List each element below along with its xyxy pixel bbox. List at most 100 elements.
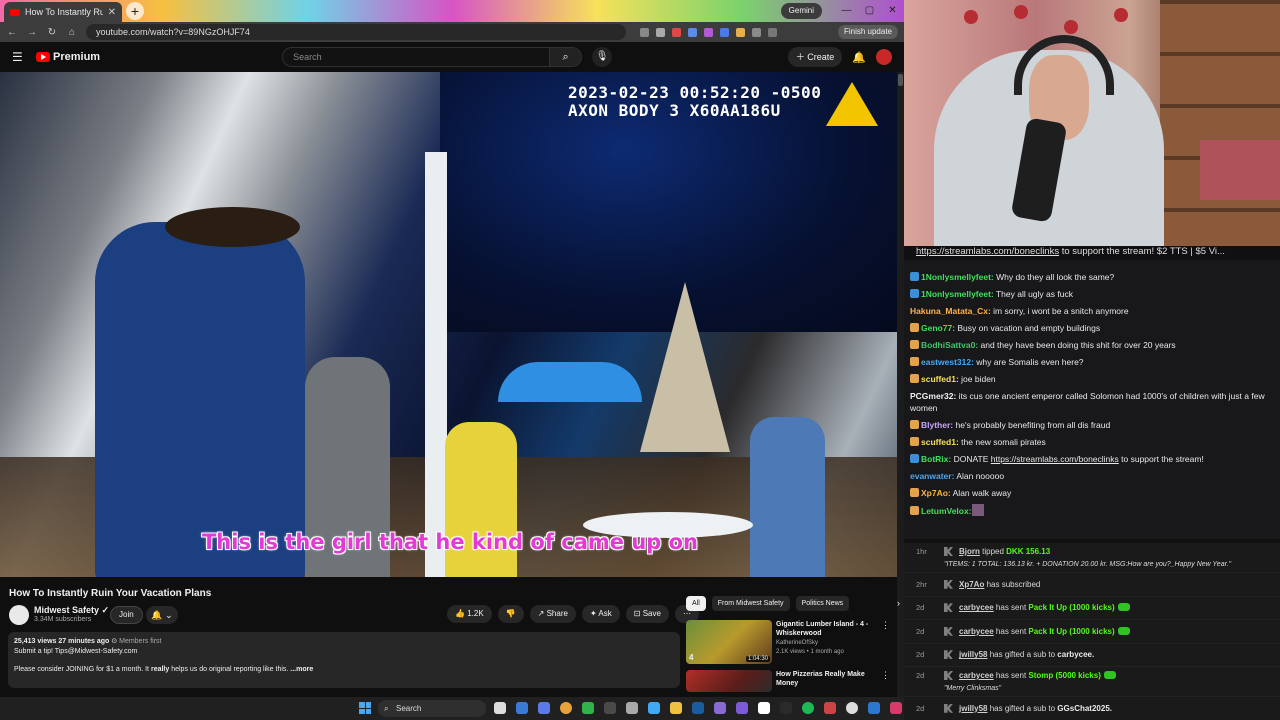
related-video-title[interactable]: How Pizzerias Really Make Money — [776, 670, 886, 688]
home-icon[interactable]: ⌂ — [66, 27, 78, 38]
chat-username[interactable]: Xp7Ao: — [921, 488, 951, 498]
extension-icon[interactable] — [704, 27, 713, 37]
windows-start-icon[interactable] — [359, 702, 371, 714]
share-button[interactable]: ↗ Share — [529, 605, 576, 623]
task-view-icon[interactable] — [494, 702, 506, 714]
folder-icon[interactable] — [670, 702, 682, 714]
app-icon[interactable] — [890, 702, 902, 714]
chat-username[interactable]: eastwest312: — [921, 357, 974, 367]
video-player[interactable] — [0, 72, 900, 577]
channel-name[interactable]: Midwest Safety ✓ — [34, 605, 109, 616]
chat-username[interactable]: 1Nonlysmellyfeet: — [921, 289, 994, 299]
back-icon[interactable]: ← — [6, 27, 18, 38]
edge-icon[interactable] — [538, 702, 550, 714]
app-icon[interactable] — [868, 702, 880, 714]
app-icon[interactable] — [846, 702, 858, 714]
search-icon[interactable]: ⌕ — [550, 47, 583, 67]
related-video-channel[interactable]: KatherineOfSky — [776, 640, 818, 646]
puzzle-icon[interactable] — [752, 27, 761, 37]
close-window-icon[interactable]: ✕ — [881, 0, 904, 22]
url-field[interactable]: youtube.com/watch?v=89NGzOHJF74 — [86, 24, 626, 40]
forward-icon[interactable]: → — [26, 27, 38, 38]
chat-username[interactable]: Geno77: — [921, 323, 955, 333]
chip-politics-news[interactable]: Politics News — [795, 595, 850, 611]
chat-username[interactable]: PCGmer32: — [910, 391, 956, 401]
app-icon[interactable] — [648, 702, 660, 714]
account-avatar[interactable] — [876, 49, 892, 65]
extension-icon[interactable] — [672, 27, 681, 37]
like-button[interactable]: 👍 1.2K — [447, 605, 492, 623]
microphone-icon[interactable]: 🎙 — [592, 47, 613, 67]
browser-tab[interactable]: How To Instantly Ruin Your ✕ — [4, 2, 122, 22]
event-user[interactable]: Xp7Ao — [959, 580, 984, 589]
event-user[interactable]: carbycee — [959, 671, 994, 680]
more-link[interactable]: ...more — [290, 666, 313, 673]
extension-icon[interactable] — [688, 27, 697, 37]
maximize-icon[interactable]: ▢ — [858, 0, 881, 22]
chat-username[interactable]: BodhiSattva0: — [921, 340, 978, 350]
menu-icon[interactable]: ☰ — [12, 50, 26, 64]
create-button[interactable]: ＋ Create — [787, 47, 843, 67]
install-icon[interactable] — [640, 27, 649, 37]
spotify-icon[interactable] — [802, 702, 814, 714]
obs-icon[interactable] — [758, 702, 770, 714]
finish-update-button[interactable]: Finish update — [837, 25, 898, 39]
discord-icon[interactable] — [736, 702, 748, 714]
channel-avatar[interactable] — [9, 605, 29, 625]
new-tab-icon[interactable]: + — [126, 2, 144, 20]
youtube-logo[interactable]: Premium — [36, 51, 100, 63]
event-user[interactable]: Bjorn — [959, 547, 980, 556]
subscription-bell-button[interactable]: 🔔 ⌄ — [146, 606, 178, 624]
chrome-icon[interactable] — [560, 702, 572, 714]
chip-from-channel[interactable]: From Midwest Safety — [711, 595, 790, 611]
more-vert-icon[interactable]: ⋮ — [881, 670, 890, 681]
minimize-icon[interactable]: — — [835, 0, 858, 22]
app-icon[interactable] — [824, 702, 836, 714]
related-video-item[interactable]: How Pizzerias Really Make Money ⋮ — [686, 670, 900, 694]
chat-username[interactable]: 1Nonlysmellyfeet: — [921, 272, 994, 282]
event-user[interactable]: carbycee — [959, 603, 994, 612]
chat-username[interactable]: Hakuna_Matata_Cx: — [910, 306, 991, 316]
close-tab-icon[interactable]: ✕ — [108, 7, 116, 18]
chip-all[interactable]: All — [686, 595, 706, 611]
app-icon[interactable] — [626, 702, 638, 714]
app-icon[interactable] — [516, 702, 528, 714]
chat-link[interactable]: https://streamlabs.com/boneclinks — [991, 454, 1119, 464]
related-video-item[interactable]: 4 1:04:30 Gigantic Lumber Island - 4 - W… — [686, 620, 900, 670]
ask-button[interactable]: ✦ Ask — [581, 605, 620, 623]
description-box[interactable]: 25,413 views 27 minutes ago ⊙ Members fi… — [8, 632, 680, 688]
terminal-icon[interactable] — [604, 702, 616, 714]
taskbar-search[interactable]: ⌕ Search — [378, 700, 486, 717]
app-icon[interactable] — [714, 702, 726, 714]
gemini-button[interactable]: Gemini — [780, 3, 822, 19]
extension-icon[interactable] — [736, 27, 745, 37]
save-button[interactable]: ⊡ Save — [625, 605, 669, 623]
extension-icon[interactable] — [720, 27, 729, 37]
pinned-link[interactable]: https://streamlabs.com/boneclinks — [916, 246, 1059, 257]
sidebar-icon[interactable] — [768, 27, 777, 37]
chat-username[interactable]: evanwater: — [910, 471, 954, 481]
join-button[interactable]: Join — [110, 606, 143, 624]
event-user[interactable]: jwilly58 — [959, 650, 987, 659]
search-input[interactable]: Search — [282, 47, 551, 67]
more-vert-icon[interactable]: ⋮ — [881, 620, 890, 631]
event-user[interactable]: carbycee — [959, 627, 994, 636]
chat-username[interactable]: BotRix: — [921, 454, 951, 464]
reload-icon[interactable]: ↻ — [46, 27, 58, 38]
app-icon[interactable] — [780, 702, 792, 714]
scrollbar-thumb[interactable] — [898, 74, 903, 86]
steam-icon[interactable] — [692, 702, 704, 714]
chat-username[interactable]: LetumVelox: — [921, 506, 972, 516]
video-thumbnail[interactable]: 4 1:04:30 — [686, 620, 772, 664]
bookmark-star-icon[interactable] — [656, 27, 665, 37]
event-user[interactable]: jwilly58 — [959, 704, 987, 713]
related-video-title[interactable]: Gigantic Lumber Island - 4 - Whiskerwood — [776, 620, 886, 638]
chat-username[interactable]: scuffed1: — [921, 437, 959, 447]
chat-username[interactable]: scuffed1: — [921, 374, 959, 384]
chat-username[interactable]: Blyther: — [921, 420, 953, 430]
notifications-bell-icon[interactable]: 🔔 — [852, 51, 866, 64]
video-thumbnail[interactable] — [686, 670, 772, 692]
dislike-button[interactable]: 👎 — [497, 605, 524, 623]
chevron-right-icon[interactable]: › — [897, 598, 900, 608]
app-icon[interactable] — [582, 702, 594, 714]
